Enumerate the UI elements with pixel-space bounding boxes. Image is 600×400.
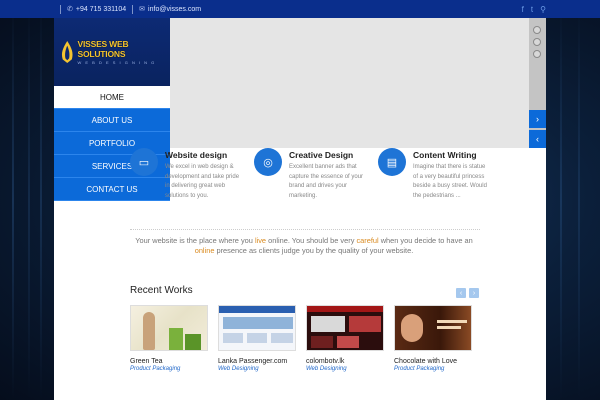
work-item[interactable]: Green Tea Product Packaging (130, 305, 208, 372)
work-thumbnail[interactable] (394, 305, 472, 351)
work-thumbnail[interactable] (130, 305, 208, 351)
work-thumbnail[interactable] (218, 305, 296, 351)
hero-slider: › ‹ (170, 18, 546, 148)
slider-dot[interactable] (533, 38, 541, 46)
work-name[interactable]: Chocolate with Love (394, 358, 472, 366)
feature-title[interactable]: Website design (165, 150, 244, 160)
divider (60, 4, 61, 14)
recent-works-title: Recent Works (130, 285, 193, 296)
monitor-icon: ▭ (130, 148, 158, 176)
search-icon[interactable]: ⚲ (540, 5, 546, 14)
feature-title[interactable]: Content Writing (413, 150, 492, 160)
work-name[interactable]: colombotv.lk (306, 358, 384, 366)
feature-description: We excel in web design & development and… (165, 164, 240, 199)
envelope-icon: ✉ (139, 6, 146, 13)
email-address[interactable]: info@visses.com (148, 6, 201, 13)
recent-works-nav: ‹ › (456, 288, 479, 298)
work-item[interactable]: colombotv.lk Web Designing (306, 305, 384, 372)
tagline: Your website is the place where you live… (135, 236, 473, 255)
facebook-icon[interactable]: f (522, 5, 524, 14)
top-bar: ✆ +94 715 331104 ✉ info@visses.com f t ⚲ (0, 0, 600, 18)
section-divider (130, 229, 480, 230)
feature-description: Imagine that there is statue of a very b… (413, 164, 487, 199)
work-name[interactable]: Lanka Passenger.com (218, 358, 296, 366)
feature-creative-design: ◎ Creative Design Excellent banner ads t… (254, 148, 368, 201)
work-category[interactable]: Web Designing (306, 366, 384, 372)
weibo-icon: ◎ (254, 148, 282, 176)
work-item[interactable]: Chocolate with Love Product Packaging (394, 305, 472, 372)
feature-title[interactable]: Creative Design (289, 150, 368, 160)
slider-next-button[interactable]: › (529, 110, 546, 128)
slider-prev-button[interactable]: ‹ (529, 130, 546, 148)
recent-works-next-button[interactable]: › (469, 288, 479, 298)
nav-item-about-us[interactable]: ABOUT US (54, 109, 170, 132)
feature-content-writing: ▤ Content Writing Imagine that there is … (378, 148, 492, 201)
work-thumbnail[interactable] (306, 305, 384, 351)
logo-title: VISSES WEB SOLUTIONS (77, 39, 129, 59)
divider (132, 4, 134, 14)
recent-works-prev-button[interactable]: ‹ (456, 288, 466, 298)
email-contact[interactable]: ✉ info@visses.com (139, 5, 201, 14)
slider-control-bar (529, 18, 546, 148)
nav-item-home[interactable]: HOME (54, 86, 170, 109)
phone-contact: ✆ +94 715 331104 (67, 5, 127, 14)
work-name[interactable]: Green Tea (130, 358, 208, 366)
work-category[interactable]: Web Designing (218, 366, 296, 372)
work-item[interactable]: Lanka Passenger.com Web Designing (218, 305, 296, 372)
book-icon: ▤ (378, 148, 406, 176)
logo-subtitle: W E B D E S I G N I N G (77, 60, 156, 65)
twitter-icon[interactable]: t (531, 5, 533, 14)
feature-description: Excellent banner ads that capture the es… (289, 164, 364, 199)
logo[interactable]: VISSES WEB SOLUTIONS W E B D E S I G N I… (54, 18, 170, 86)
logo-flame-icon (61, 41, 73, 63)
recent-works-list: Green Tea Product Packaging Lanka Passen… (130, 305, 480, 372)
slider-dot[interactable] (533, 26, 541, 34)
phone-icon: ✆ (67, 6, 73, 13)
features-row: ▭ Website design We excel in web design … (130, 148, 492, 201)
feature-website-design: ▭ Website design We excel in web design … (130, 148, 244, 201)
work-category[interactable]: Product Packaging (130, 366, 208, 372)
work-category[interactable]: Product Packaging (394, 366, 472, 372)
slider-dot[interactable] (533, 50, 541, 58)
phone-number: +94 715 331104 (75, 5, 127, 13)
